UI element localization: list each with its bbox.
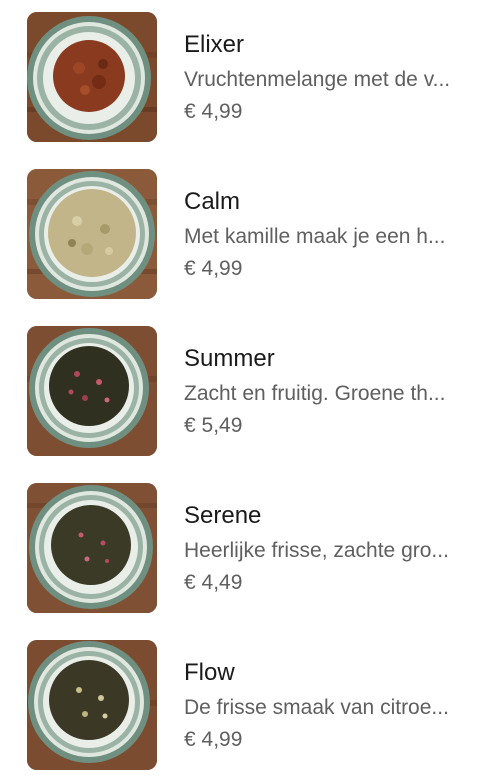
product-description: Met kamille maak je een h...	[184, 225, 446, 248]
product-item-elixer[interactable]: Elixer Vruchtenmelange met de v... € 4,9…	[0, 0, 500, 142]
product-description: Vruchtenmelange met de v...	[184, 68, 451, 91]
product-text: Summer Zacht en fruitig. Groene th... € …	[184, 344, 474, 440]
product-description: Zacht en fruitig. Groene th...	[184, 382, 446, 405]
product-name: Serene	[184, 502, 262, 529]
product-price: € 5,49	[184, 414, 243, 437]
product-price: € 4,49	[184, 571, 243, 594]
product-image[interactable]	[27, 326, 157, 456]
product-description: Heerlijke frisse, zachte gro...	[184, 539, 449, 562]
product-name: Summer	[184, 345, 275, 372]
tea-leaves-icon	[27, 12, 157, 142]
product-text: Calm Met kamille maak je een h... € 4,99	[184, 187, 474, 283]
product-description: De frisse smaak van citroe...	[184, 696, 449, 719]
product-name: Flow	[184, 659, 235, 686]
product-price: € 4,99	[184, 728, 243, 751]
product-item-flow[interactable]: Flow De frisse smaak van citroe... € 4,9…	[0, 628, 500, 770]
product-image[interactable]	[27, 640, 157, 770]
product-image[interactable]	[27, 483, 157, 613]
product-price: € 4,99	[184, 100, 243, 123]
product-item-summer[interactable]: Summer Zacht en fruitig. Groene th... € …	[0, 314, 500, 456]
product-name: Elixer	[184, 31, 245, 58]
product-text: Flow De frisse smaak van citroe... € 4,9…	[184, 658, 474, 754]
tea-leaves-icon	[27, 326, 157, 456]
product-item-serene[interactable]: Serene Heerlijke frisse, zachte gro... €…	[0, 471, 500, 613]
product-text: Elixer Vruchtenmelange met de v... € 4,9…	[184, 30, 474, 126]
tea-leaves-icon	[27, 169, 157, 299]
tea-leaves-icon	[27, 640, 157, 770]
product-price: € 4,99	[184, 257, 243, 280]
product-item-calm[interactable]: Calm Met kamille maak je een h... € 4,99	[0, 157, 500, 299]
product-image[interactable]	[27, 169, 157, 299]
product-name: Calm	[184, 188, 241, 215]
product-text: Serene Heerlijke frisse, zachte gro... €…	[184, 501, 474, 597]
tea-leaves-icon	[27, 483, 157, 613]
product-image[interactable]	[27, 12, 157, 142]
